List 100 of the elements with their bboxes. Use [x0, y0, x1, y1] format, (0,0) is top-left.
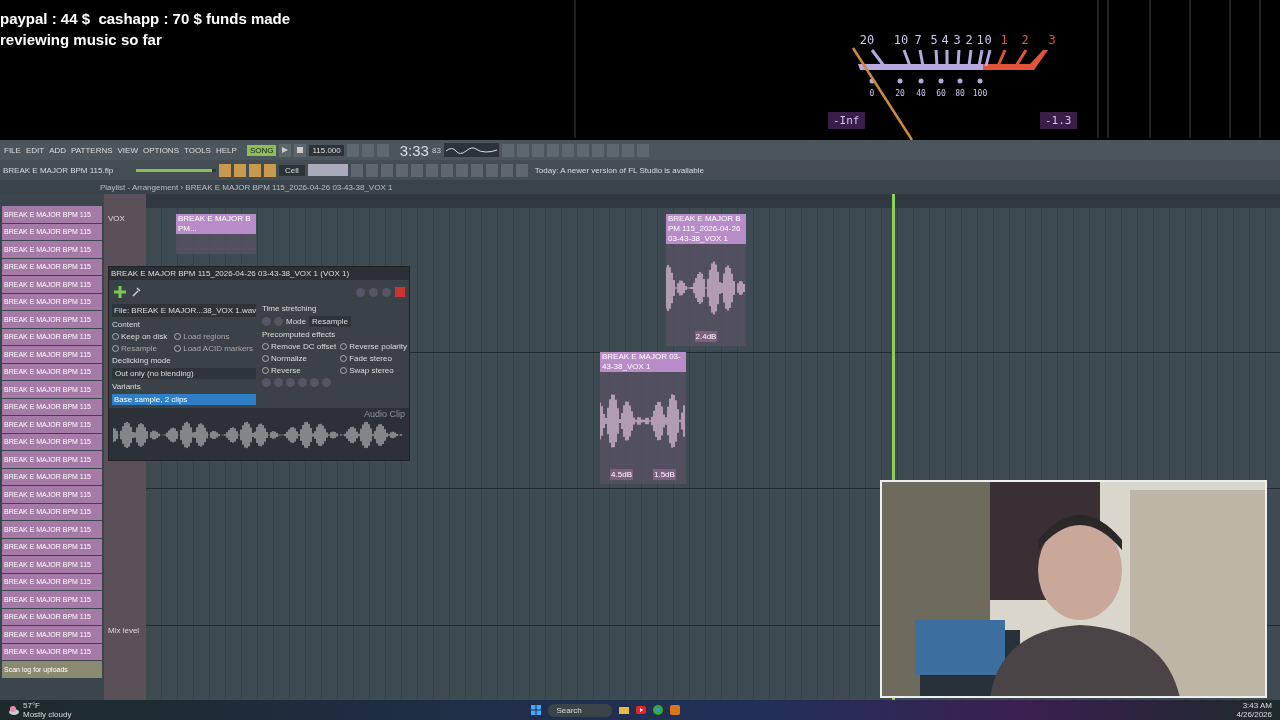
declick-label: Declicking mode: [112, 356, 172, 365]
donation-text: reviewing music so far: [0, 30, 163, 50]
audio-clip[interactable]: BREAK E MAJOR BPM...: [176, 214, 256, 254]
audio-clip[interactable]: BREAK E MAJOR BPM 115_2026-04-26 03-43-38_VOX 1 2.4dB: [666, 214, 746, 346]
search-field[interactable]: Search: [548, 703, 612, 717]
effect-checkbox[interactable]: Normalize: [262, 354, 337, 363]
tempo-display[interactable]: 115.000: [309, 144, 344, 156]
scale-label: 5: [930, 33, 938, 47]
browser-icon[interactable]: [652, 705, 663, 715]
scale-label: 1: [976, 33, 984, 47]
toolbar-button[interactable]: [455, 163, 468, 177]
toolbar-button[interactable]: [249, 163, 261, 177]
time-display: 3:33: [399, 141, 429, 159]
toolbar-button[interactable]: [470, 163, 483, 177]
effect-checkbox[interactable]: Reverse: [262, 366, 337, 375]
menu-item[interactable]: EDIT: [24, 145, 46, 155]
scale-label: 40: [916, 89, 926, 98]
scale-label: 1: [1000, 33, 1008, 47]
wrench-icon: [131, 287, 141, 297]
plugin-title: BREAK E MAJOR BPM 115_2026-04-26 03-43-38_VOX 1 (VOX 1): [109, 267, 409, 280]
menu-item[interactable]: VIEW: [116, 145, 139, 155]
clip-title: BREAK E MAJOR 03-43-38_VOX 1: [600, 352, 686, 372]
section-label: Time stretching: [262, 304, 318, 313]
effect-checkbox[interactable]: Reverse polarity: [340, 342, 408, 351]
section-label: Content: [112, 320, 142, 329]
clip-watermark: Audio Clip: [363, 409, 405, 419]
clock-date: 4/26/2026: [1236, 710, 1272, 719]
toolbar-button[interactable]: [395, 163, 408, 177]
option-checkbox[interactable]: Keep on disk: [112, 332, 171, 341]
mode-select[interactable]: Resample: [309, 316, 352, 327]
play-icon[interactable]: [635, 705, 646, 715]
scale-label: 3: [953, 33, 961, 47]
section-label: Precomputed effects: [262, 330, 337, 339]
scale-label: 0: [869, 89, 875, 98]
toolbar-button[interactable]: [365, 163, 378, 177]
time-fraction: 83: [431, 145, 441, 155]
level-readout: -Inf: [828, 112, 865, 129]
effect-checkbox[interactable]: Remove DC offset: [262, 342, 337, 351]
donation-text: paypal : 44 $ cashapp : 70 $ funds made: [0, 9, 291, 29]
scale-label: 20: [859, 33, 875, 47]
plus-icon: [113, 285, 127, 299]
toolbar-button[interactable]: [380, 163, 393, 177]
toolbar-button[interactable]: [440, 163, 453, 177]
clip-title: BREAK E MAJOR BPM...: [176, 214, 256, 234]
declick-select[interactable]: Out only (no blending): [112, 368, 256, 379]
toolbar-button[interactable]: [264, 163, 276, 177]
gain-label: 4.5dB: [610, 469, 633, 480]
cloud-icon: [8, 704, 20, 716]
effect-checkbox[interactable]: Swap stereo: [340, 366, 408, 375]
scale-label: 0: [984, 33, 992, 47]
scale-label: 4: [941, 33, 949, 47]
playlist-title: Playlist - Arrangement › BREAK E MAJOR BPM 115_2026-04-26 03-43-38_VOX 1: [100, 182, 393, 192]
mode-label: Mode: [286, 317, 306, 326]
play-button[interactable]: [279, 143, 292, 157]
gain-label: 2.4dB: [694, 331, 718, 342]
stop-icon: [297, 147, 304, 153]
clip-title: BREAK E MAJOR BPM 115_2026-04-26 03-43-38_VOX 1: [666, 214, 746, 244]
toolbar-button[interactable]: [219, 163, 231, 177]
section-label: Variants: [112, 382, 142, 391]
windows-icon[interactable]: [531, 705, 542, 715]
menu-item[interactable]: HELP: [214, 145, 238, 155]
menu-item[interactable]: TOOLS: [183, 145, 212, 155]
scale-label: 80: [955, 89, 965, 98]
master-volume-slider[interactable]: [136, 168, 212, 172]
menu-item[interactable]: FILE: [3, 145, 22, 155]
weather-text: Mostly cloudy: [23, 710, 72, 719]
scale-label: 20: [895, 89, 905, 98]
toolbar-button[interactable]: [350, 163, 363, 177]
toolbar-button[interactable]: [425, 163, 438, 177]
track-label: Mix level: [108, 626, 140, 635]
oscilloscope-drawing: [443, 143, 499, 157]
file-field[interactable]: File: BREAK E MAJOR...38_VOX 1.wav: [112, 304, 256, 317]
effect-checkbox[interactable]: Fade stereo: [340, 354, 408, 363]
scale-label: 100: [972, 89, 988, 98]
level-readout: -1.3: [1040, 112, 1077, 129]
pattern-field[interactable]: [307, 164, 348, 176]
scale-label: 60: [936, 89, 946, 98]
toolbar-button[interactable]: [515, 163, 528, 177]
audio-clip[interactable]: BREAK E MAJOR 03-43-38_VOX 1 4.5dB 1.5dB: [600, 352, 686, 484]
toolbar-button[interactable]: [410, 163, 423, 177]
song-mode-button[interactable]: SONG: [246, 144, 277, 156]
menu-item[interactable]: PATTERNS: [70, 145, 114, 155]
clock-time: 3:43 AM: [1242, 701, 1272, 710]
app-icon[interactable]: [669, 705, 680, 715]
snap-select[interactable]: Cell: [279, 164, 305, 176]
scale-label: 10: [893, 33, 909, 47]
project-status: BREAK E MAJOR BPM 115.flp: [3, 165, 115, 175]
toolbar-button[interactable]: [485, 163, 498, 177]
folder-icon[interactable]: [618, 705, 629, 715]
scale-label: 3: [1048, 33, 1056, 47]
menu-item[interactable]: ADD: [48, 145, 68, 155]
play-icon: [282, 147, 289, 153]
toolbar-button[interactable]: [234, 163, 246, 177]
track-label: VOX: [108, 214, 125, 223]
scale-label: 2: [1021, 33, 1029, 47]
variant-item[interactable]: Base sample, 2 clips: [112, 394, 256, 405]
stop-button[interactable]: [294, 143, 307, 157]
toolbar-button[interactable]: [500, 163, 513, 177]
menu-item[interactable]: OPTIONS: [141, 145, 180, 155]
pitch-box[interactable]: [395, 287, 405, 297]
